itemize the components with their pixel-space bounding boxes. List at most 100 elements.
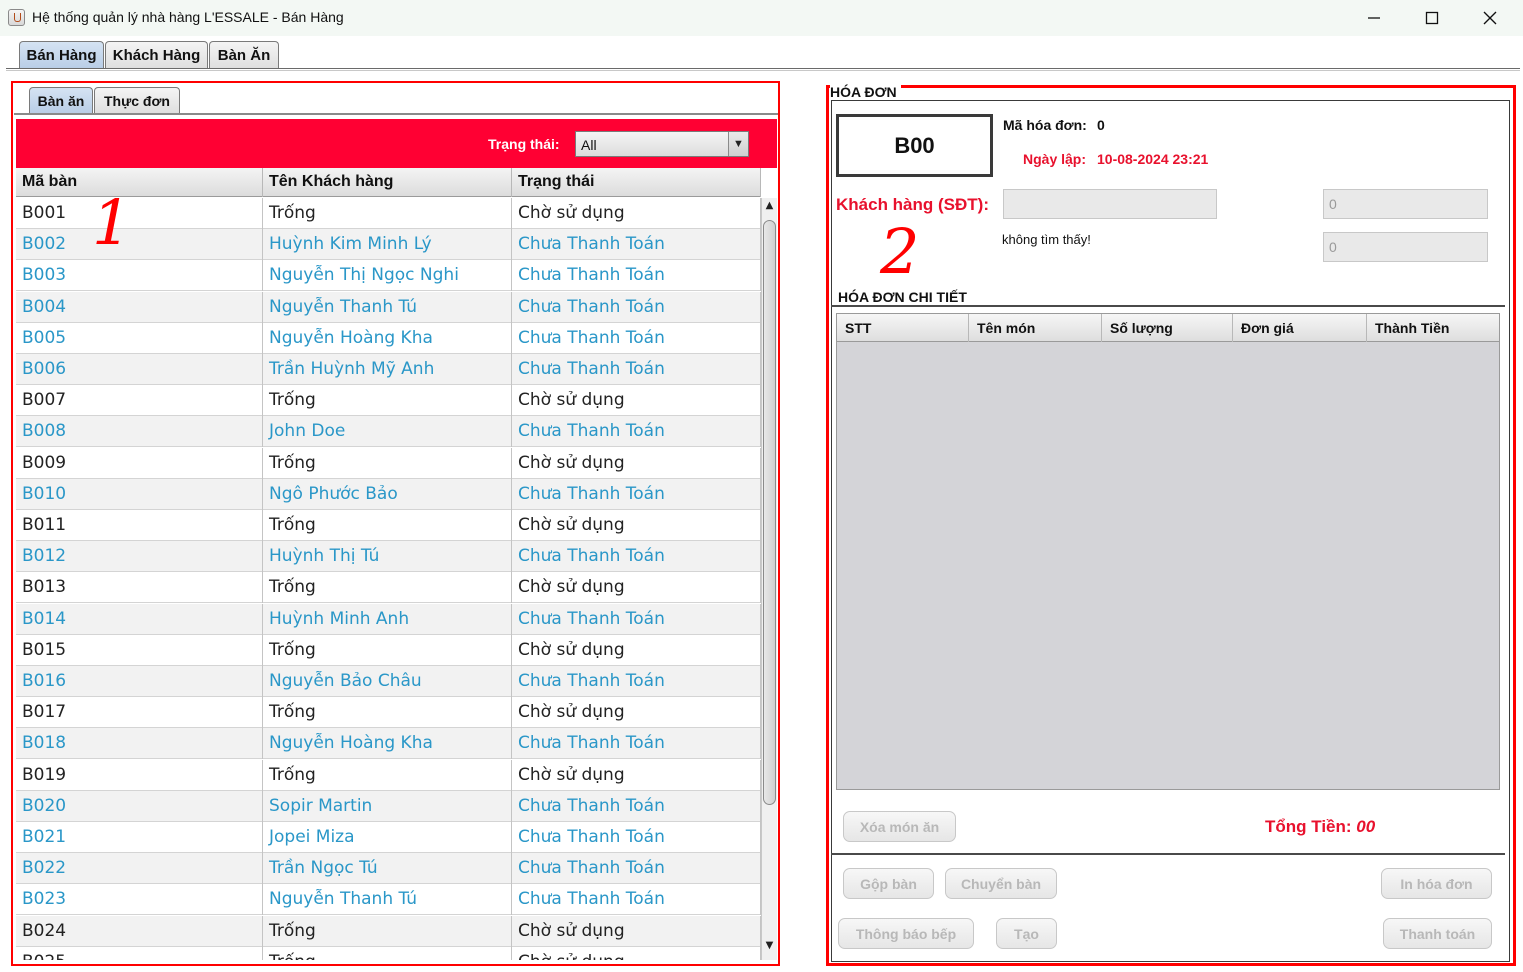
scroll-thumb[interactable] <box>763 220 776 805</box>
print-invoice-button[interactable]: In hóa đơn <box>1381 868 1492 899</box>
table-row[interactable]: B016 Nguyễn Bảo Châu Chưa Thanh Toán <box>16 666 761 697</box>
table-row[interactable]: B021 Jopei Miza Chưa Thanh Toán <box>16 822 761 853</box>
table-row[interactable]: B010 Ngô Phước Bảo Chưa Thanh Toán <box>16 478 761 510</box>
table-row[interactable]: B025TrốngChờ sử dụng <box>16 946 761 960</box>
table-row[interactable]: B005 Nguyễn Hoàng Kha Chưa Thanh Toán <box>16 322 761 354</box>
maximize-button[interactable] <box>1403 0 1461 36</box>
col-stt[interactable]: STT <box>837 314 969 342</box>
chevron-down-icon[interactable]: ▼ <box>728 132 748 156</box>
table-code-cell: B012 <box>16 541 263 573</box>
table-code-cell: B006 <box>16 354 263 385</box>
table-row[interactable]: B006 Trần Huỳnh Mỹ Anh Chưa Thanh Toán <box>16 354 761 385</box>
invoice-id-value: 0 <box>1097 117 1105 133</box>
status-cell: Chờ sử dụng <box>512 572 761 604</box>
status-cell: Chờ sử dụng <box>512 946 761 960</box>
customer-name-cell: John Doe <box>263 416 512 448</box>
customer-name-cell: Trống <box>263 572 512 604</box>
customer-name-cell: Trống <box>263 447 512 479</box>
table-row[interactable]: B022 Trần Ngọc Tú Chưa Thanh Toán <box>16 853 761 885</box>
col-don-gia[interactable]: Đơn giá <box>1233 314 1367 342</box>
subtab-thuc-don[interactable]: Thực đơn <box>94 87 180 114</box>
table-row[interactable]: B015 Trống Chờ sử dụng <box>16 634 761 666</box>
table-row[interactable]: B012 Huỳnh Thị Tú Chưa Thanh Toán <box>16 541 761 573</box>
customer-name-cell: Huỳnh Kim Minh Lý <box>263 229 512 261</box>
status-cell: Chưa Thanh Toán <box>512 229 761 261</box>
status-cell: Chưa Thanh Toán <box>512 260 761 292</box>
merge-table-button[interactable]: Gộp bàn <box>843 868 934 899</box>
customer-phone-input[interactable] <box>1003 189 1217 219</box>
table-row[interactable]: B011 Trống Chờ sử dụng <box>16 510 761 541</box>
table-row[interactable]: B014 Huỳnh Minh Anh Chưa Thanh Toán <box>16 603 761 635</box>
table-code-cell: B003 <box>16 260 263 292</box>
tab-ban-hang[interactable]: Bán Hàng <box>19 41 104 69</box>
create-button[interactable]: Tạo <box>996 918 1057 949</box>
col-ten-khach-hang[interactable]: Tên Khách hàng <box>263 168 512 197</box>
total-value: 00 <box>1356 817 1376 836</box>
table-row[interactable]: B019 Trống Chờ sử dụng <box>16 759 761 791</box>
actions-divider <box>831 853 1505 855</box>
minimize-button[interactable] <box>1345 0 1403 36</box>
customer-name-cell: Trống <box>263 697 512 729</box>
col-ten-mon[interactable]: Tên món <box>969 314 1102 342</box>
table-row[interactable]: B024 Trống Chờ sử dụng <box>16 915 761 947</box>
subtab-ban-an[interactable]: Bàn ăn <box>29 87 93 114</box>
table-row[interactable]: B009 Trống Chờ sử dụng <box>16 447 761 479</box>
status-filter-select[interactable]: All ▼ <box>575 131 749 157</box>
status-cell: Chờ sử dụng <box>512 385 761 417</box>
customer-name-cell: Huỳnh Thị Tú <box>263 541 512 573</box>
table-row[interactable]: B004 Nguyễn Thanh Tú Chưa Thanh Toán <box>16 291 761 323</box>
table-row[interactable]: B008 John Doe Chưa Thanh Toán <box>16 416 761 448</box>
table-row[interactable]: B023 Nguyễn Thanh Tú Chưa Thanh Toán <box>16 884 761 916</box>
status-cell: Chờ sử dụng <box>512 697 761 729</box>
tab-ban-an[interactable]: Bàn Ăn <box>209 41 279 69</box>
table-code-cell: B021 <box>16 822 263 853</box>
selected-table-code: B00 <box>836 114 993 177</box>
table-row[interactable]: B018 Nguyễn Hoàng Kha Chưa Thanh Toán <box>16 728 761 760</box>
scroll-up-arrow-icon[interactable]: ▲ <box>762 200 777 216</box>
customer-name-cell: Trống <box>263 946 512 960</box>
table-code-cell: B011 <box>16 510 263 541</box>
table-row[interactable]: B020 Sopir Martin Chưa Thanh Toán <box>16 790 761 822</box>
customer-name-cell: Trống <box>263 198 512 229</box>
table-row[interactable]: B017 Trống Chờ sử dụng <box>16 697 761 729</box>
table-row[interactable]: B013 Trống Chờ sử dụng <box>16 572 761 604</box>
status-cell: Chưa Thanh Toán <box>512 853 761 885</box>
customer-name-cell: Nguyễn Hoàng Kha <box>263 322 512 354</box>
status-cell: Chờ sử dụng <box>512 915 761 947</box>
pay-button[interactable]: Thanh toán <box>1383 918 1492 949</box>
table-row[interactable]: B003 Nguyễn Thị Ngọc Nghi Chưa Thanh Toán <box>16 260 761 292</box>
status-filter-label: Trạng thái: <box>488 136 560 152</box>
table-code-cell: B007 <box>16 385 263 417</box>
customer-field-b[interactable]: 0 <box>1323 232 1488 262</box>
tab-khach-hang[interactable]: Khách Hàng <box>105 41 208 69</box>
tables-scrollbar[interactable]: ▲ ▼ <box>761 198 777 960</box>
invoice-detail-divider <box>831 305 1505 307</box>
customer-name-cell: Trần Ngọc Tú <box>263 853 512 885</box>
col-ma-ban[interactable]: Mã bàn <box>16 168 263 197</box>
invoice-detail-title: HÓA ĐƠN CHI TIẾT <box>838 289 967 305</box>
table-row[interactable]: B007 Trống Chờ sử dụng <box>16 385 761 417</box>
transfer-table-button[interactable]: Chuyển bàn <box>945 868 1057 899</box>
status-cell: Chờ sử dụng <box>512 198 761 229</box>
date-value: 10-08-2024 23:21 <box>1097 151 1209 167</box>
table-code-cell: B002 <box>16 229 263 261</box>
status-cell: Chờ sử dụng <box>512 510 761 541</box>
col-thanh-tien[interactable]: Thành Tiền <box>1367 314 1499 342</box>
customer-field-a[interactable]: 0 <box>1323 189 1488 219</box>
table-code-cell: B017 <box>16 697 263 729</box>
scroll-down-arrow-icon[interactable]: ▼ <box>762 940 777 956</box>
table-code-cell: B009 <box>16 447 263 479</box>
table-code-cell: B024 <box>16 915 263 947</box>
notify-kitchen-button[interactable]: Thông báo bếp <box>838 918 974 949</box>
close-button[interactable] <box>1461 0 1519 36</box>
delete-item-button[interactable]: Xóa món ăn <box>843 811 956 842</box>
table-code-cell: B022 <box>16 853 263 885</box>
status-cell: Chưa Thanh Toán <box>512 666 761 697</box>
status-cell: Chưa Thanh Toán <box>512 322 761 354</box>
status-cell: Chờ sử dụng <box>512 759 761 791</box>
col-so-luong[interactable]: Số lượng <box>1102 314 1233 342</box>
customer-name-cell: Nguyễn Bảo Châu <box>263 666 512 697</box>
java-app-icon <box>8 9 25 26</box>
tables-list: B001 Trống Chờ sử dụng B002 Huỳnh Kim Minh L… <box>16 198 761 960</box>
col-trang-thai[interactable]: Trạng thái <box>512 168 761 197</box>
